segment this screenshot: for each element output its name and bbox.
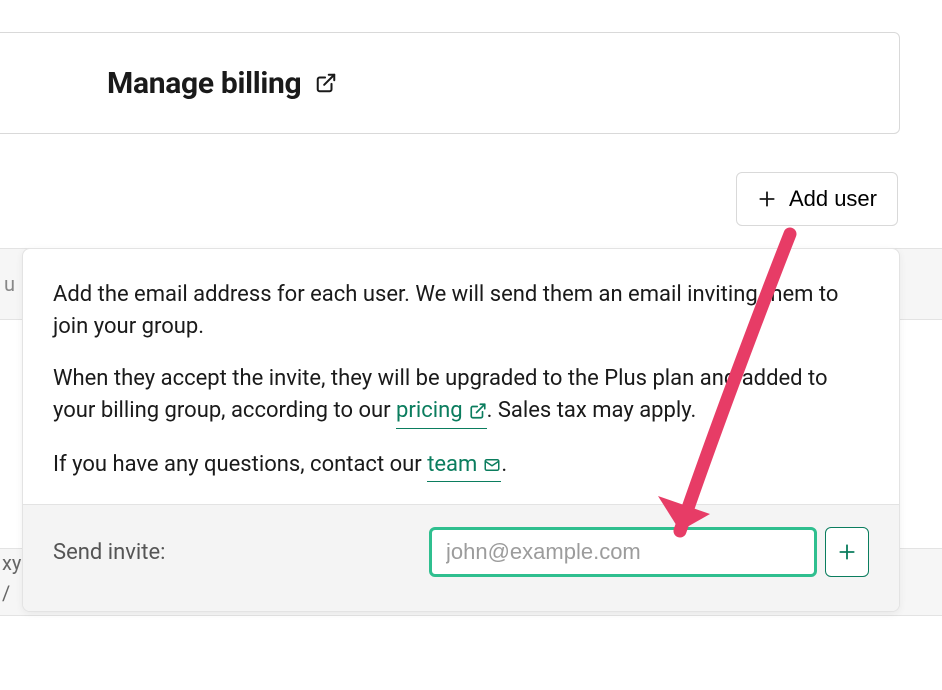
plus-icon xyxy=(757,189,777,209)
external-link-icon xyxy=(469,402,487,420)
invite-email-input[interactable] xyxy=(429,527,817,577)
billing-header: Manage billing xyxy=(0,32,900,134)
send-invite-label: Send invite: xyxy=(53,540,165,565)
team-contact-link[interactable]: team xyxy=(427,449,501,483)
send-invite-button[interactable] xyxy=(825,527,869,577)
invite-description: Add the email address for each user. We … xyxy=(23,249,899,504)
invite-footer: Send invite: xyxy=(23,504,899,611)
plus-icon xyxy=(837,542,857,562)
page-title: Manage billing xyxy=(107,66,301,101)
pricing-link[interactable]: pricing xyxy=(396,395,487,429)
manage-billing-link[interactable]: Manage billing xyxy=(107,66,337,101)
invite-paragraph-1: Add the email address for each user. We … xyxy=(53,279,869,343)
list-item: u xyxy=(0,248,15,320)
invite-panel: Add the email address for each user. We … xyxy=(22,248,900,612)
mail-icon xyxy=(483,456,501,474)
invite-paragraph-2: When they accept the invite, they will b… xyxy=(53,363,869,429)
list-item: xy / xyxy=(0,548,21,616)
external-link-icon xyxy=(315,72,337,94)
invite-paragraph-3: If you have any questions, contact our t… xyxy=(53,449,869,483)
add-user-label: Add user xyxy=(789,186,877,212)
add-user-button[interactable]: Add user xyxy=(736,172,898,226)
